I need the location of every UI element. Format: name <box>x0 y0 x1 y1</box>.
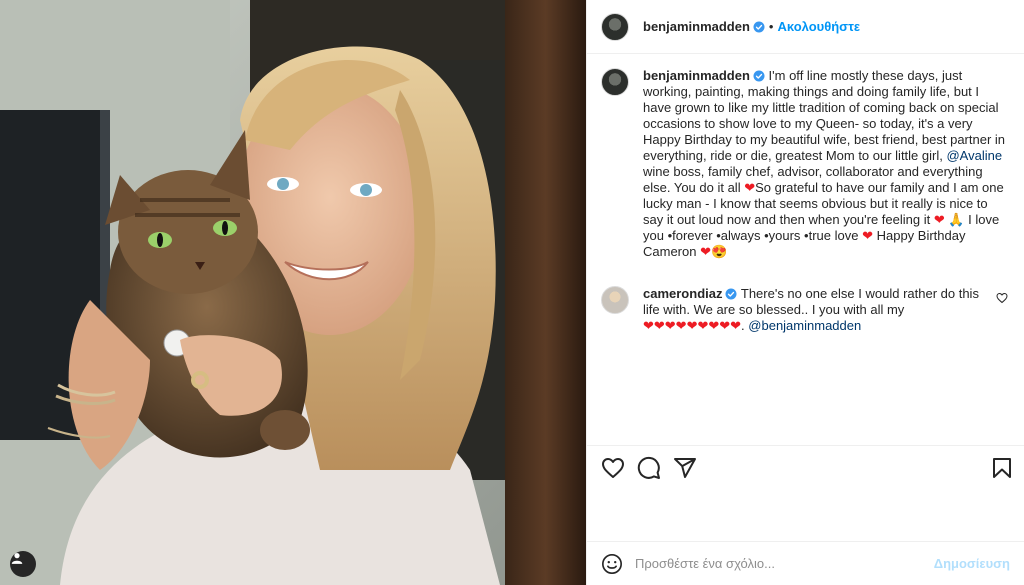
header-separator: • <box>768 19 774 34</box>
comment-row: camerondiaz There's no one else I would … <box>601 286 1008 334</box>
post-comment-button[interactable]: Δημοσίευση <box>934 556 1010 571</box>
photo-illustration <box>0 0 586 585</box>
comment-mention-benjaminmadden[interactable]: @benjaminmadden <box>748 318 861 333</box>
heart-emoji: ❤ <box>862 228 873 243</box>
caption-avatar[interactable] <box>601 68 629 96</box>
bookmark-icon[interactable] <box>990 456 1014 480</box>
user-tag-button[interactable] <box>10 551 36 577</box>
heart-emoji: ❤ <box>933 212 945 227</box>
post-photo[interactable] <box>0 0 586 585</box>
comment-bubble-icon[interactable] <box>637 456 661 480</box>
caption-body: benjaminmadden I'm off line mostly these… <box>643 68 1008 260</box>
heart-outline-icon <box>996 292 1008 304</box>
comment-input[interactable] <box>635 556 934 571</box>
comments-list[interactable]: benjaminmadden I'm off line mostly these… <box>587 54 1024 445</box>
heart-eyes-emoji: 😍 <box>710 244 728 259</box>
caption-username[interactable]: benjaminmadden <box>643 68 750 83</box>
commenter-avatar[interactable] <box>601 286 629 314</box>
user-tag-icon <box>11 553 23 564</box>
post-side-panel: benjaminmadden • Ακολουθήστε benjaminmad… <box>586 0 1024 585</box>
verified-badge-icon <box>725 288 737 300</box>
author-username[interactable]: benjaminmadden <box>643 19 750 34</box>
post-header: benjaminmadden • Ακολουθήστε <box>587 0 1024 54</box>
hearts-emoji-row: ❤❤❤❤❤❤❤❤❤ <box>643 318 742 333</box>
pray-emoji: 🙏 <box>948 212 965 227</box>
heart-emoji: ❤ <box>700 244 711 259</box>
paper-plane-icon[interactable] <box>673 456 697 480</box>
caption-row: benjaminmadden I'm off line mostly these… <box>601 68 1008 260</box>
heart-emoji: ❤ <box>744 180 756 195</box>
comment-like-button[interactable] <box>984 286 1008 304</box>
commenter-username[interactable]: camerondiaz <box>643 286 722 301</box>
add-comment-bar: Δημοσίευση <box>587 541 1024 585</box>
caption-mention-avaline[interactable]: @Avaline <box>946 148 1002 163</box>
follow-button[interactable]: Ακολουθήστε <box>777 19 860 34</box>
heart-outline-icon[interactable] <box>601 456 625 480</box>
instagram-post-modal: benjaminmadden • Ακολουθήστε benjaminmad… <box>0 0 1024 585</box>
verified-badge-icon <box>753 21 765 32</box>
comment-body: camerondiaz There's no one else I would … <box>643 286 984 334</box>
smiley-icon[interactable] <box>601 553 623 575</box>
verified-badge-icon <box>753 70 765 82</box>
author-avatar[interactable] <box>601 12 629 41</box>
action-bar <box>587 445 1024 489</box>
